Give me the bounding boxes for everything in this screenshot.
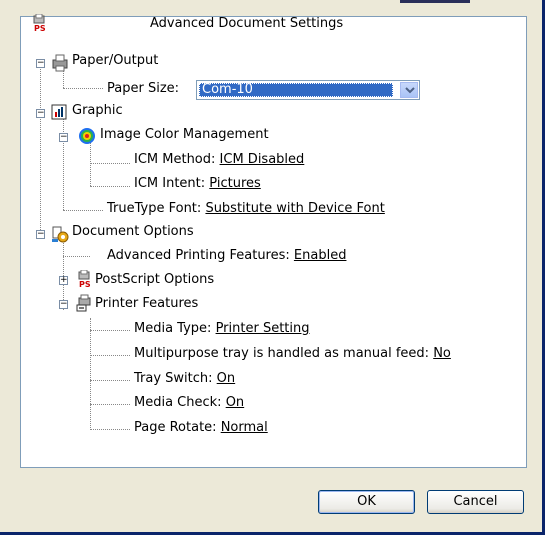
color-target-icon: [78, 127, 95, 144]
tree-line: [63, 256, 90, 257]
media-type-item[interactable]: Media Type: Printer Setting: [134, 320, 310, 338]
gear-docs-icon: [51, 225, 69, 243]
page-rotate-label: Page Rotate:: [134, 420, 217, 435]
page-rotate-item[interactable]: Page Rotate: Normal: [134, 419, 268, 437]
tree-line: [90, 429, 130, 430]
advanced-printing-value[interactable]: Enabled: [294, 248, 347, 263]
tree-line: [63, 116, 64, 210]
collapse-toggle[interactable]: −: [36, 109, 45, 118]
tray-switch-item[interactable]: Tray Switch: On: [134, 370, 235, 388]
icm-method-item[interactable]: ICM Method: ICM Disabled: [134, 151, 304, 169]
collapse-toggle[interactable]: −: [36, 230, 45, 239]
tree-item-postscript-options[interactable]: PostScript Options: [95, 271, 214, 289]
media-check-item[interactable]: Media Check: On: [134, 394, 244, 412]
tree-line: [40, 64, 41, 234]
tree-line: [90, 163, 130, 164]
paper-size-value: Com-10: [199, 83, 393, 97]
collapse-toggle[interactable]: −: [59, 133, 68, 142]
expand-toggle[interactable]: +: [59, 276, 68, 285]
tree-item-document-options[interactable]: Document Options: [72, 223, 194, 241]
tree-line: [90, 186, 130, 187]
tree-line: [90, 318, 91, 430]
svg-text:PS: PS: [34, 24, 46, 32]
tree-item-printer-features[interactable]: Printer Features: [95, 295, 198, 313]
printer-features-icon: [76, 294, 92, 312]
tree-line: [90, 404, 130, 405]
chart-icon: [51, 104, 67, 120]
multipurpose-tray-value[interactable]: No: [433, 346, 451, 361]
media-check-value[interactable]: On: [226, 395, 244, 410]
paper-size-label: Paper Size:: [107, 81, 180, 96]
tree-line: [63, 70, 64, 88]
tray-switch-label: Tray Switch:: [134, 371, 213, 386]
svg-text:PS: PS: [79, 280, 91, 288]
icm-intent-value[interactable]: Pictures: [209, 176, 260, 191]
tree-item-graphic[interactable]: Graphic: [72, 102, 123, 120]
printer-icon: [51, 54, 68, 72]
icm-method-value[interactable]: ICM Disabled: [220, 152, 305, 167]
paper-size-dropdown[interactable]: Com-10: [196, 80, 420, 100]
window-edge-top: [400, 0, 470, 3]
ok-button[interactable]: OK: [318, 490, 415, 514]
tree-line: [90, 142, 91, 186]
multipurpose-tray-item[interactable]: Multipurpose tray is handled as manual f…: [134, 345, 451, 363]
tree-line: [63, 210, 103, 211]
collapse-toggle[interactable]: −: [59, 300, 68, 309]
advanced-printing-item[interactable]: Advanced Printing Features: Enabled: [107, 247, 346, 265]
media-type-value[interactable]: Printer Setting: [216, 321, 310, 336]
root-title: Advanced Document Settings: [150, 16, 344, 31]
truetype-font-label: TrueType Font:: [107, 201, 202, 216]
cancel-button[interactable]: Cancel: [427, 490, 524, 514]
advanced-printing-label: Advanced Printing Features:: [107, 248, 290, 263]
tree-item-icm[interactable]: Image Color Management: [100, 126, 269, 144]
printer-ps-icon: PS: [76, 269, 92, 289]
media-check-label: Media Check:: [134, 395, 222, 410]
printer-ps-icon: PS: [31, 13, 47, 33]
icm-intent-item[interactable]: ICM Intent: Pictures: [134, 175, 261, 193]
multipurpose-tray-label: Multipurpose tray is handled as manual f…: [134, 346, 430, 361]
tree-line: [90, 380, 130, 381]
chevron-down-icon[interactable]: [400, 82, 418, 98]
truetype-font-item[interactable]: TrueType Font: Substitute with Device Fo…: [107, 200, 385, 218]
media-type-label: Media Type:: [134, 321, 212, 336]
tree-line: [63, 88, 103, 89]
icm-intent-label: ICM Intent:: [134, 176, 206, 191]
tray-switch-value[interactable]: On: [217, 371, 235, 386]
icm-method-label: ICM Method:: [134, 152, 216, 167]
collapse-toggle[interactable]: −: [36, 59, 45, 68]
tree-line: [90, 355, 130, 356]
truetype-font-value[interactable]: Substitute with Device Font: [205, 201, 384, 216]
tree-line: [90, 330, 130, 331]
page-rotate-value[interactable]: Normal: [221, 420, 268, 435]
tree-item-paper-output[interactable]: Paper/Output: [72, 52, 158, 70]
